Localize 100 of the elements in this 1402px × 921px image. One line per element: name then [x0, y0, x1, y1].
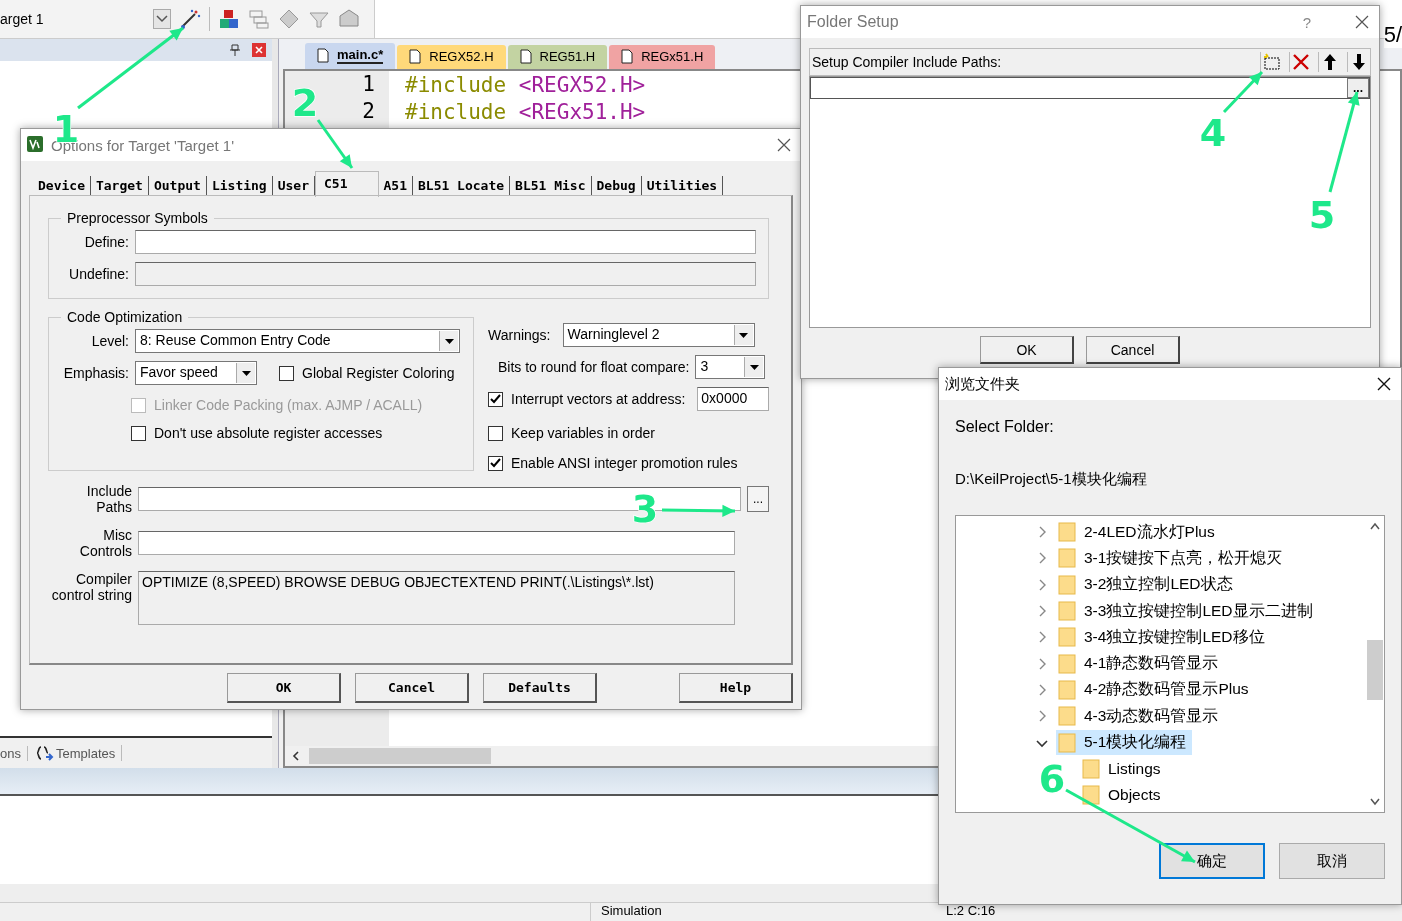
folder-icon: [1082, 758, 1100, 779]
blocks-icon[interactable]: [218, 8, 240, 30]
settings-tab[interactable]: Utilities: [641, 176, 724, 195]
folder-icon: [1058, 548, 1076, 569]
scroll-up-icon[interactable]: [1370, 522, 1380, 530]
group-title: Code Optimization: [66, 309, 184, 325]
checkbox[interactable]: [488, 391, 503, 407]
folder-icon: [1058, 679, 1076, 700]
dialog-button[interactable]: OK: [980, 336, 1074, 364]
folder-item[interactable]: 3-3独立按键控制LED显示二进制: [1056, 598, 1319, 624]
folder-icon: [1058, 706, 1076, 727]
dialog-button[interactable]: Help: [679, 673, 793, 703]
selected-path: D:\KeilProject\5-1模块化编程: [955, 470, 1148, 489]
close-icon[interactable]: [777, 138, 791, 152]
close-icon[interactable]: [1377, 377, 1391, 391]
file-tab[interactable]: REGX52.H: [397, 45, 506, 69]
folder-icon: [1082, 785, 1100, 806]
folder-item[interactable]: 5-1模块化编程: [1056, 730, 1193, 755]
settings-tab[interactable]: A51: [378, 176, 413, 195]
dropdown-arrow-icon: [241, 370, 251, 376]
misc-controls-field[interactable]: [138, 531, 735, 555]
folder-item[interactable]: Objects: [1080, 783, 1167, 808]
dialog-button[interactable]: 取消: [1279, 843, 1385, 879]
field-label: Undefine:: [68, 266, 129, 282]
diamond-icon[interactable]: [278, 8, 300, 30]
dropdown-arrow-icon: [749, 364, 759, 370]
folder-item[interactable]: 3-4独立按键控制LED移位: [1056, 624, 1271, 650]
step-number: 5: [1308, 193, 1336, 237]
checkbox-label: Linker Code Packing (max. AJMP / ACALL): [154, 397, 423, 413]
warnings-dropdown[interactable]: Warninglevel 2: [562, 323, 755, 347]
code-keyword: #include: [405, 72, 507, 97]
dialog-button[interactable]: Cancel: [1086, 336, 1180, 364]
file-tab[interactable]: REG51.H: [507, 45, 608, 69]
document-icon: [409, 49, 422, 64]
field-label: Warnings:: [488, 327, 551, 343]
folder-icon: [1058, 732, 1076, 753]
file-tab[interactable]: main.c*: [305, 43, 396, 69]
folder-item[interactable]: 3-2独立控制LED状态: [1056, 572, 1239, 598]
magic-wand-icon[interactable]: [179, 8, 201, 30]
scrollbar-thumb[interactable]: [309, 748, 491, 764]
window-title: 浏览文件夹: [945, 374, 1021, 394]
dialog-button[interactable]: 确定: [1159, 843, 1265, 879]
checkbox-label: Keep variables in order: [511, 425, 655, 441]
checkbox[interactable]: [279, 365, 294, 381]
checkbox-label: Interrupt vectors at address:: [511, 391, 686, 407]
field-label: Include Paths: [85, 483, 132, 515]
panel-tab[interactable]: ons: [0, 745, 28, 761]
settings-tab[interactable]: Output: [148, 176, 207, 195]
code-header-name: <REGX52.H>: [518, 72, 646, 97]
bits-dropdown[interactable]: 3: [695, 355, 766, 379]
code-header-name: <REGx51.H>: [518, 99, 646, 124]
dialog-button[interactable]: Defaults: [483, 673, 597, 703]
panel-tab[interactable]: Templates: [35, 745, 123, 761]
settings-tab[interactable]: Listing: [206, 176, 273, 195]
help-icon[interactable]: ?: [1302, 13, 1311, 31]
group-title: Preprocessor Symbols: [66, 210, 209, 226]
callout-arrow: [316, 119, 354, 169]
new-folder-icon[interactable]: [1260, 52, 1283, 72]
pin-icon[interactable]: [230, 44, 240, 56]
settings-tab[interactable]: BL51 Locate: [413, 176, 511, 195]
window-title: Folder Setup: [807, 13, 900, 31]
define-field[interactable]: [135, 230, 756, 254]
undefine-field[interactable]: [135, 262, 756, 286]
folder-item[interactable]: 3-1按键按下点亮，松开熄灭: [1056, 545, 1289, 571]
checkbox-label: Don't use absolute register accesses: [154, 425, 383, 441]
settings-tab[interactable]: Device: [33, 176, 91, 195]
settings-tab[interactable]: BL51 Misc: [510, 176, 592, 195]
dialog-button[interactable]: OK: [227, 673, 341, 703]
folder-item[interactable]: 4-3动态数码管显示: [1056, 703, 1225, 729]
settings-tab[interactable]: C51: [315, 171, 379, 197]
address-field[interactable]: 0x0000: [697, 387, 770, 411]
braces-icon: [35, 745, 54, 761]
checkbox[interactable]: [488, 425, 503, 441]
checkbox[interactable]: [131, 425, 146, 441]
step-number: 4: [1199, 111, 1227, 155]
dropdown-arrow-icon: [444, 338, 454, 344]
dropdown-arrow-icon: [739, 332, 748, 338]
checkbox-label: Enable ANSI integer promotion rules: [511, 455, 738, 471]
checkbox[interactable]: [488, 455, 503, 471]
close-icon[interactable]: [1355, 15, 1369, 29]
folder-item[interactable]: 4-1静态数码管显示: [1056, 651, 1225, 677]
prompt-text: Select Folder:: [955, 418, 1055, 436]
settings-tab[interactable]: Debug: [591, 176, 642, 195]
file-tab[interactable]: REGx51.H: [609, 45, 716, 69]
level-dropdown[interactable]: 8: Reuse Common Entry Code: [135, 329, 460, 353]
folder-item[interactable]: 4-2静态数码管显示Plus: [1056, 677, 1255, 703]
dialog-button[interactable]: Cancel: [355, 673, 469, 703]
app-icon: [27, 135, 43, 155]
scrollbar-thumb[interactable]: [1367, 640, 1383, 700]
folder-icon: [1058, 574, 1076, 595]
control-string-field: OPTIMIZE (8,SPEED) BROWSE DEBUG OBJECTEXTEND PRINT(.\Listings\*.lst): [138, 571, 735, 625]
scroll-down-icon[interactable]: [1370, 798, 1380, 806]
emphasis-dropdown[interactable]: Favor speed: [135, 361, 257, 385]
status-text: Simulation: [590, 903, 781, 921]
browse-button[interactable]: ...: [747, 486, 769, 512]
settings-tab[interactable]: Target: [90, 176, 149, 195]
folder-item[interactable]: 2-4LED流水灯Plus: [1056, 519, 1221, 545]
folder-item[interactable]: Listings: [1080, 756, 1167, 781]
delete-icon[interactable]: [1289, 52, 1312, 72]
scroll-left-icon[interactable]: [291, 751, 301, 761]
